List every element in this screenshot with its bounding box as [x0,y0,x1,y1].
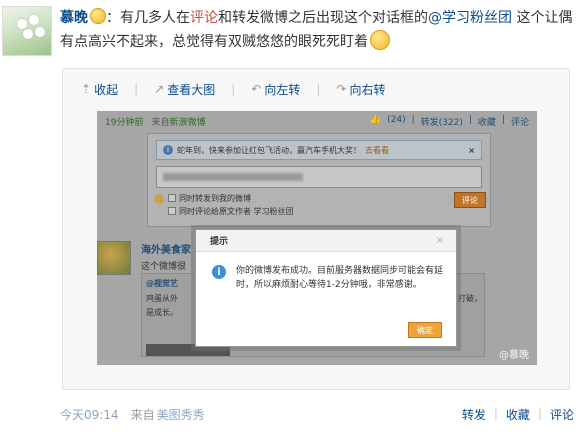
dialog-ok-button: 确定 [408,322,442,338]
screenshot-favorite: 收藏 [477,117,496,128]
comment-keyword: 评论 [190,10,218,26]
comment-button[interactable]: 评论 [550,406,574,423]
toolbar-divider: | [231,82,236,96]
screenshot-user-name: 海外美食家 [141,245,191,256]
crown-emoji-icon [90,8,106,24]
toolbar-divider: | [134,82,139,96]
screenshot-source: 新浪微博 [169,117,206,128]
screenshot-forward: 转发(322) [420,117,463,128]
screenshot-comment-button: 评论 [454,192,486,208]
screenshot-comment: 评论 [510,117,529,128]
collapse-button[interactable]: ⇡ 收起 [81,81,118,98]
post-text: 慕晚 ：有几多人在评论和转发微博之后出现这个对话框的@学习粉丝团 这个让偶有点高兴… [60,6,576,54]
like-icon: 👍 [369,114,382,125]
screenshot-comment-input [156,166,482,188]
post-time[interactable]: 今天09:14 [60,406,119,423]
dialog-title: 提示 [210,237,229,247]
close-icon: × [435,235,444,246]
media-toolbar: ⇡ 收起 | ↗ 查看大图 | ↶ 向左转 | ↷ 向右转 [63,69,569,109]
screenshot-likes: (24) [387,114,406,125]
screenshot-checkboxes: 同时转发到我的微博 同时评论给原文作者 学习粉丝团 [168,192,294,218]
screenshot-notice-text: 蛇年到，快来参加让红包飞活动，赢汽车手机大奖！ [177,145,361,155]
rotate-left-icon: ↶ [251,82,262,96]
dialog-message: 你的微博发布成功。目前服务器数据同步可能会有延时，所以麻烦耐心等待1-2分钟哦，… [236,266,444,290]
dialog-body: i 你的微博发布成功。目前服务器数据同步可能会有延时，所以麻烦耐心等待1-2分钟… [212,264,444,292]
dialog-header: 提示 × [196,230,456,252]
view-large-button[interactable]: ↗ 查看大图 [154,81,215,98]
embedded-screenshot[interactable]: 19分钟前 来自 新浪微博 👍 (24) | 转发(322) | 收藏 | 评论… [97,111,537,365]
post-footer: 今天09:14 来自 美图秀秀 转发 | 收藏 | 评论 [60,404,574,424]
screenshot-user-line: 这个微博很 [141,262,187,272]
checkbox-icon [168,194,176,202]
screenshot-status-row: 19分钟前 来自 新浪微博 👍 (24) | 转发(322) | 收藏 | 评论 [105,111,529,131]
screenshot-notice-link: 去看看 [365,145,389,155]
author-name[interactable]: 慕晚 [60,10,88,26]
screenshot-actions: 👍 (24) | 转发(322) | 收藏 | 评论 [369,114,529,128]
rotate-right-button[interactable]: ↷ 向右转 [336,81,385,98]
action-divider: | [493,405,498,420]
screenshot-notice: i 蛇年到，快来参加让红包飞活动，赢汽车手机大奖！ 去看看 × [156,140,482,160]
mention-link[interactable]: @学习粉丝团 [428,10,512,26]
checkbox-icon [168,207,176,215]
favorite-button[interactable]: 收藏 [506,406,530,423]
smiley-icon [154,194,164,204]
close-icon: × [468,145,475,155]
screenshot-source-prefix: 来自 [151,117,170,128]
source-prefix: 来自 [130,407,155,422]
post-text-part-1: ：有几多人在 [106,10,190,26]
post-text-part-2: 和转发微博之后出现这个对话框的 [218,10,428,26]
screenshot-quote-name: @视觉艺 [146,279,178,288]
source-link[interactable]: 美图秀秀 [157,406,205,423]
screenshot-time: 19分钟前 [105,117,144,128]
post-actions: 转发 | 收藏 | 评论 [462,406,574,423]
info-icon: i [212,265,226,279]
screenshot-user-avatar [97,241,131,275]
rotate-left-button[interactable]: ↶ 向左转 [251,81,300,98]
external-link-icon: ↗ [154,82,165,96]
rotate-right-icon: ↷ [336,82,347,96]
arrow-up-icon: ⇡ [81,82,92,96]
watermark: @慕晚 [499,350,529,361]
blurred-text [163,173,303,181]
media-box: ⇡ 收起 | ↗ 查看大图 | ↶ 向左转 | ↷ 向右转 19分钟前 来自 新浪微博 … [62,68,570,390]
dizzy-emoji-icon [370,30,390,50]
toolbar-divider: | [316,82,321,96]
forward-button[interactable]: 转发 [462,406,486,423]
action-divider: | [537,405,542,420]
info-icon: i [163,145,173,155]
author-avatar[interactable] [2,6,52,56]
screenshot-comment-panel: i 蛇年到，快来参加让红包飞活动，赢汽车手机大奖！ 去看看 × 同时转发到我的微… [147,133,491,227]
success-dialog: 提示 × i 你的微博发布成功。目前服务器数据同步可能会有延时，所以麻烦耐心等待… [195,229,457,347]
